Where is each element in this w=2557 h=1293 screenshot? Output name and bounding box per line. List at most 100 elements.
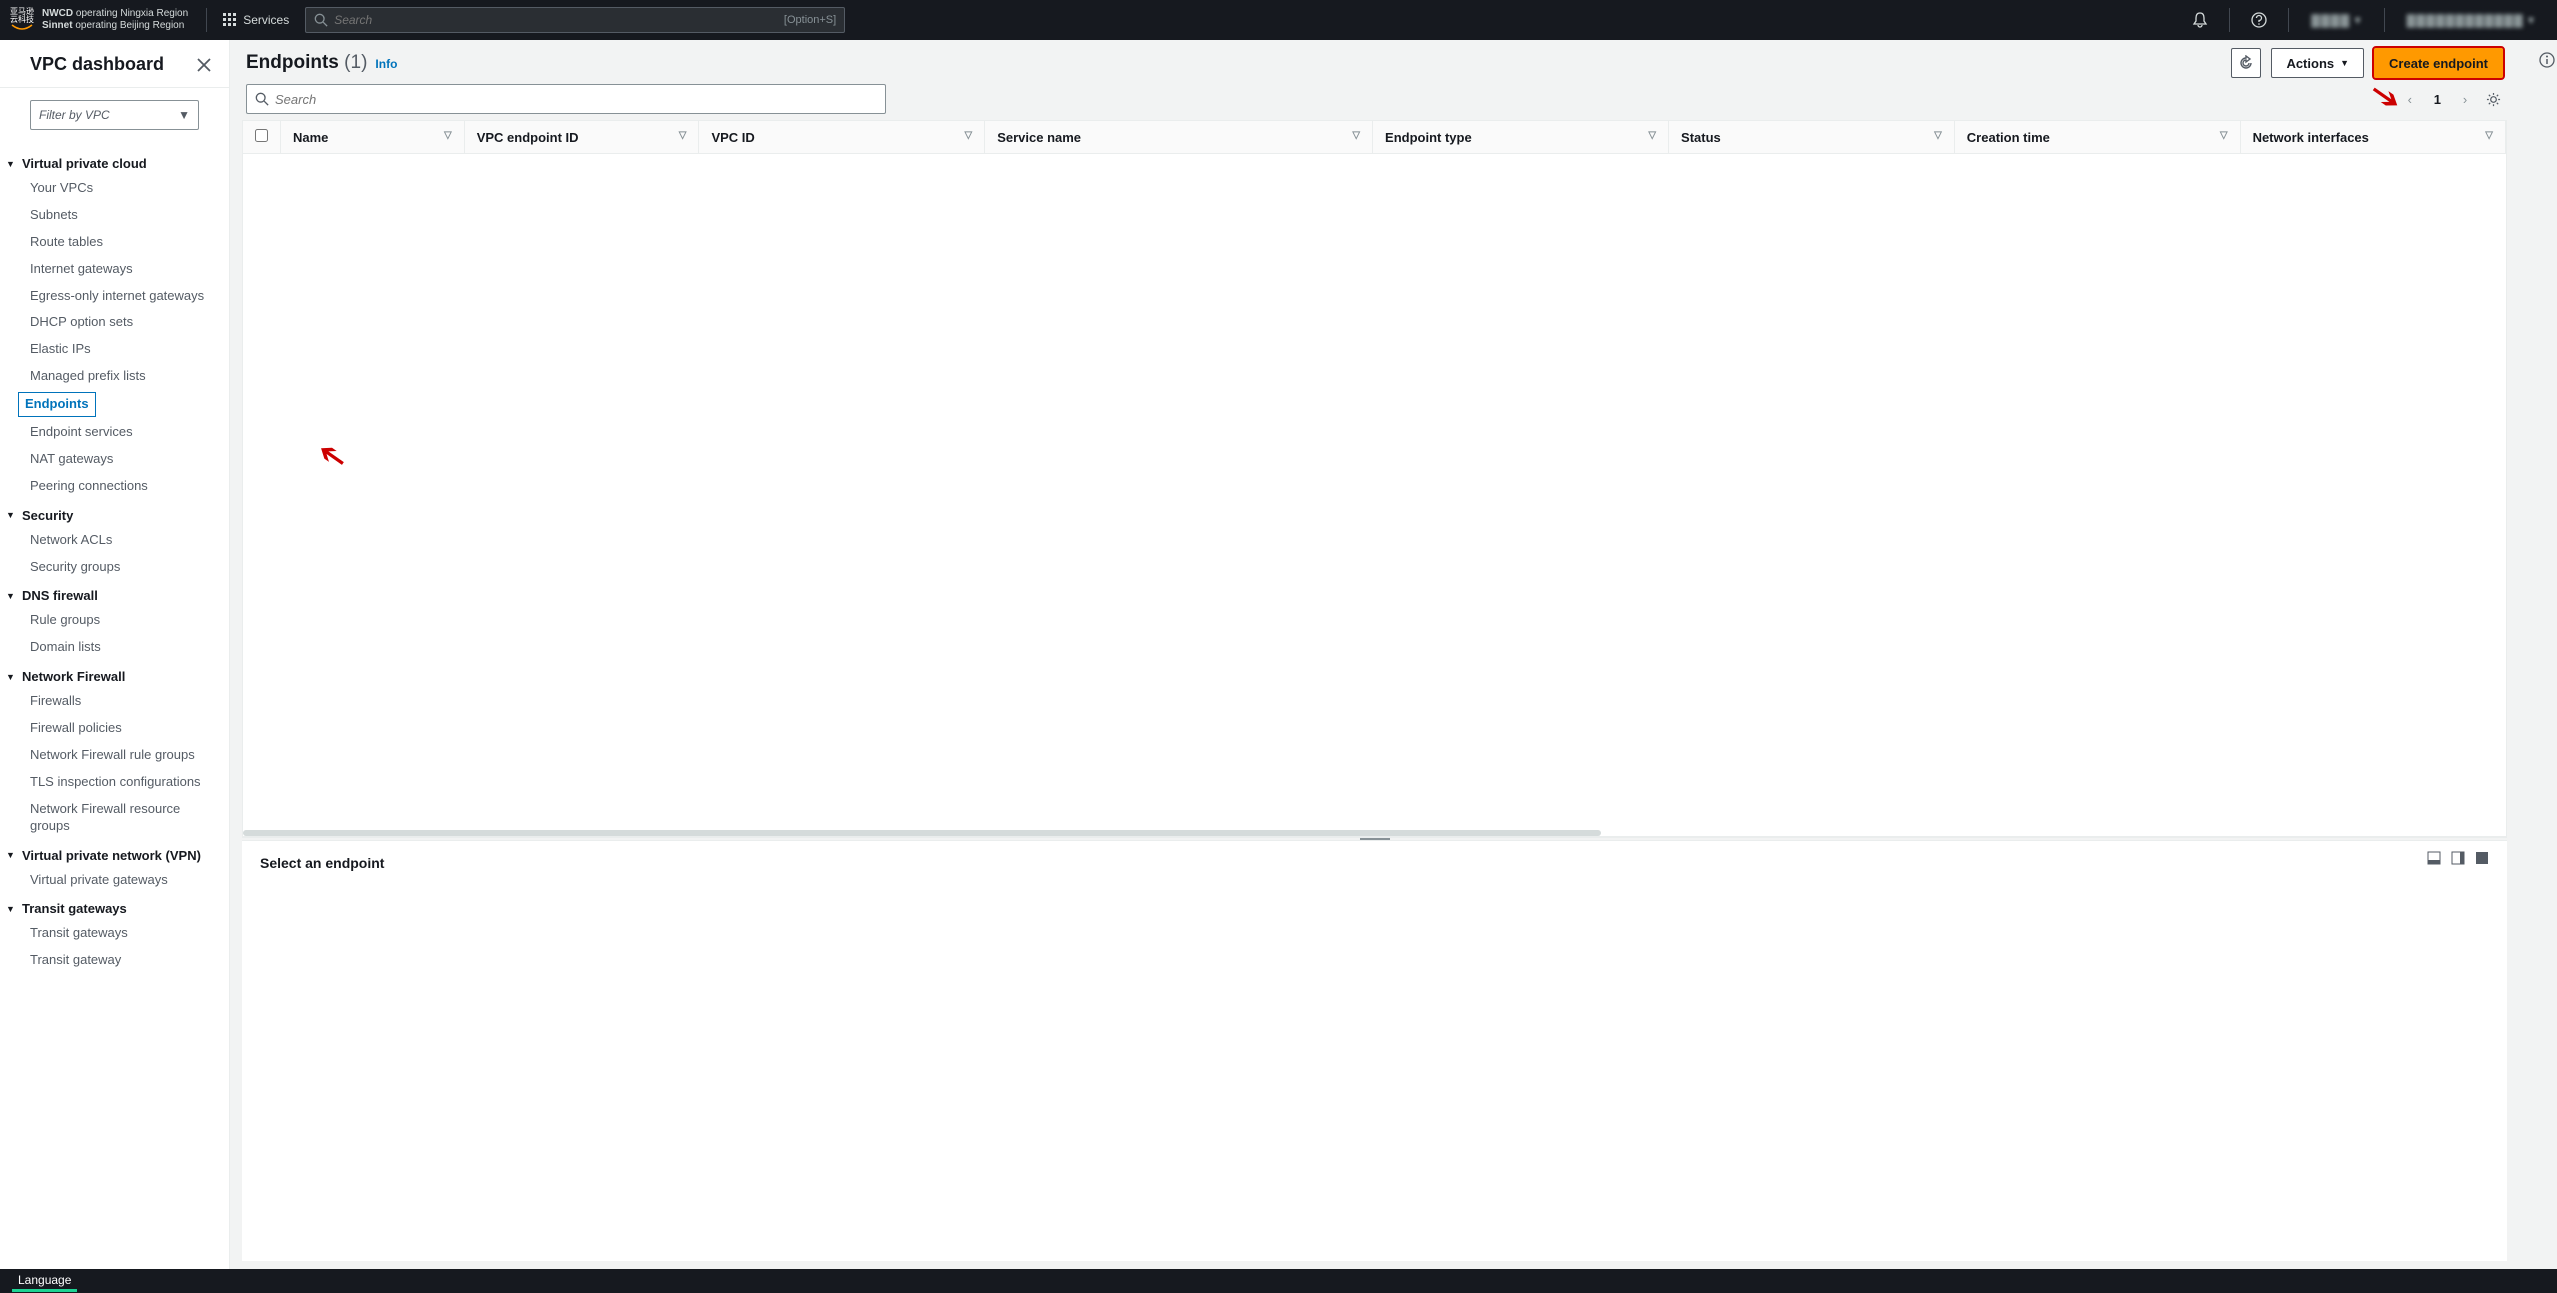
- nav-section-label: DNS firewall: [22, 588, 98, 603]
- sidebar-item-domain-lists[interactable]: Domain lists: [18, 634, 211, 661]
- nav-divider: [2288, 8, 2289, 32]
- help-button[interactable]: [2242, 0, 2276, 40]
- column-header-creation-time[interactable]: Creation time▽: [1954, 121, 2240, 154]
- filter-placeholder: Filter by VPC: [39, 108, 110, 122]
- column-header-service-name[interactable]: Service name▽: [985, 121, 1373, 154]
- global-search[interactable]: [Option+S]: [305, 7, 845, 33]
- region-b1: NWCD: [42, 8, 73, 19]
- region-t2: operating Beijing Region: [73, 20, 185, 31]
- actions-button[interactable]: Actions ▼: [2271, 48, 2364, 78]
- sidebar-title: VPC dashboard: [30, 54, 164, 75]
- sort-icon: ▽: [2220, 130, 2228, 141]
- search-icon: [255, 92, 269, 106]
- endpoints-table: Name▽VPC endpoint ID▽VPC ID▽Service name…: [242, 120, 2507, 837]
- sort-icon: ▽: [965, 130, 973, 141]
- sidebar-item-endpoints[interactable]: Endpoints: [18, 392, 96, 417]
- filter-by-vpc-select[interactable]: Filter by VPC ▼: [30, 100, 199, 130]
- sidebar-item-firewalls[interactable]: Firewalls: [18, 688, 211, 715]
- table-search-input[interactable]: [275, 92, 877, 107]
- nav-section-header[interactable]: ▼Network Firewall: [18, 661, 211, 688]
- sort-icon: ▽: [1934, 130, 1942, 141]
- column-header-endpoint-type[interactable]: Endpoint type▽: [1373, 121, 1669, 154]
- close-sidebar-button[interactable]: [197, 58, 211, 72]
- region-t1: operating Ningxia Region: [73, 8, 188, 19]
- sidebar-item-subnets[interactable]: Subnets: [18, 202, 211, 229]
- sidebar-item-network-firewall-rule-groups[interactable]: Network Firewall rule groups: [18, 742, 211, 769]
- info-link[interactable]: Info: [375, 57, 397, 71]
- sidebar-item-rule-groups[interactable]: Rule groups: [18, 607, 211, 634]
- horizontal-scrollbar[interactable]: [243, 830, 1601, 836]
- sidebar-item-nat-gateways[interactable]: NAT gateways: [18, 446, 211, 473]
- sidebar-item-transit-gateway[interactable]: Transit gateway: [18, 947, 211, 974]
- select-all-checkbox[interactable]: [255, 129, 268, 142]
- sidebar-item-peering-connections[interactable]: Peering connections: [18, 473, 211, 500]
- layout-side-icon: [2451, 851, 2465, 865]
- sidebar-item-security-groups[interactable]: Security groups: [18, 554, 211, 581]
- sidebar-item-transit-gateways[interactable]: Transit gateways: [18, 920, 211, 947]
- services-menu-button[interactable]: Services: [215, 13, 297, 27]
- column-header-network-interfaces[interactable]: Network interfaces▽: [2240, 121, 2505, 154]
- triangle-down-icon: ▼: [6, 672, 18, 682]
- services-label: Services: [243, 13, 289, 27]
- page-title: Endpoints (1): [246, 52, 367, 74]
- sidebar-item-network-firewall-resource-groups[interactable]: Network Firewall resource groups: [18, 796, 211, 840]
- sidebar-item-managed-prefix-lists[interactable]: Managed prefix lists: [18, 363, 211, 390]
- notifications-button[interactable]: [2183, 0, 2217, 40]
- column-header-name[interactable]: Name▽: [281, 121, 465, 154]
- search-shortcut: [Option+S]: [784, 14, 836, 26]
- sidebar-item-egress-only-internet-gateways[interactable]: Egress-only internet gateways: [18, 283, 211, 310]
- sort-icon: ▽: [1352, 130, 1360, 141]
- sidebar-item-internet-gateways[interactable]: Internet gateways: [18, 256, 211, 283]
- sidebar-item-tls-inspection-configurations[interactable]: TLS inspection configurations: [18, 769, 211, 796]
- prev-page-button[interactable]: ‹: [2400, 89, 2420, 109]
- gear-icon: [2486, 92, 2501, 107]
- nav-section-header[interactable]: ▼Security: [18, 500, 211, 527]
- refresh-button[interactable]: [2231, 48, 2261, 78]
- sidebar-item-route-tables[interactable]: Route tables: [18, 229, 211, 256]
- sidebar-item-network-acls[interactable]: Network ACLs: [18, 527, 211, 554]
- sidebar-item-elastic-ips[interactable]: Elastic IPs: [18, 336, 211, 363]
- global-search-input[interactable]: [334, 13, 784, 27]
- nav-section-header[interactable]: ▼DNS firewall: [18, 580, 211, 607]
- sidebar-item-virtual-private-gateways[interactable]: Virtual private gateways: [18, 867, 211, 894]
- help-panel-toggle[interactable]: [2539, 52, 2555, 68]
- nav-section-header[interactable]: ▼Transit gateways: [18, 893, 211, 920]
- nav-section-header[interactable]: ▼Virtual private cloud: [18, 148, 211, 175]
- table-settings-button[interactable]: [2483, 89, 2503, 109]
- panel-layout-button-1[interactable]: [2427, 851, 2441, 865]
- sidebar-header: VPC dashboard: [0, 40, 229, 88]
- nav-section-header[interactable]: ▼Virtual private network (VPN): [18, 840, 211, 867]
- create-endpoint-button[interactable]: Create endpoint: [2374, 48, 2503, 78]
- sidebar-item-firewall-policies[interactable]: Firewall policies: [18, 715, 211, 742]
- bell-icon: [2192, 12, 2208, 28]
- nav-divider: [2384, 8, 2385, 32]
- region-selector[interactable]: ▓▓▓▓ ▾: [2301, 13, 2371, 27]
- splitter-handle-icon: [1360, 838, 1390, 840]
- sidebar-item-your-vpcs[interactable]: Your VPCs: [18, 175, 211, 202]
- nav-section-label: Security: [22, 508, 73, 523]
- column-header-vpc-endpoint-id[interactable]: VPC endpoint ID▽: [464, 121, 699, 154]
- next-page-button[interactable]: ›: [2455, 89, 2475, 109]
- account-menu[interactable]: ▓▓▓▓▓▓▓▓▓▓▓▓ ▾: [2397, 13, 2545, 27]
- column-header-status[interactable]: Status▽: [1669, 121, 1955, 154]
- table-search[interactable]: [246, 84, 886, 114]
- sidebar-item-endpoint-services[interactable]: Endpoint services: [18, 419, 211, 446]
- language-selector[interactable]: Language: [12, 1271, 77, 1292]
- triangle-down-icon: ▼: [6, 591, 18, 601]
- region-selector-label: ▓▓▓▓ ▾: [2311, 13, 2361, 27]
- main-content: ➔ Endpoints (1) Info Actions ▼ Create en…: [230, 40, 2537, 1269]
- nav-section-label: Virtual private cloud: [22, 156, 147, 171]
- footer-bar: Language: [0, 1269, 2557, 1293]
- sort-icon: ▽: [1648, 130, 1656, 141]
- triangle-down-icon: ▼: [6, 510, 18, 520]
- column-header-vpc-id[interactable]: VPC ID▽: [699, 121, 985, 154]
- nav-section-label: Transit gateways: [22, 901, 127, 916]
- logo-block[interactable]: 亚马逊云科技 NWCD operating Ningxia Region Sin…: [0, 8, 198, 32]
- panel-layout-button-3[interactable]: [2475, 851, 2489, 865]
- sidebar-item-dhcp-option-sets[interactable]: DHCP option sets: [18, 309, 211, 336]
- region-text: NWCD operating Ningxia Region Sinnet ope…: [42, 8, 188, 32]
- triangle-down-icon: ▼: [6, 904, 18, 914]
- layout-bottom-icon: [2427, 851, 2441, 865]
- panel-layout-button-2[interactable]: [2451, 851, 2465, 865]
- grid-icon: [223, 13, 237, 27]
